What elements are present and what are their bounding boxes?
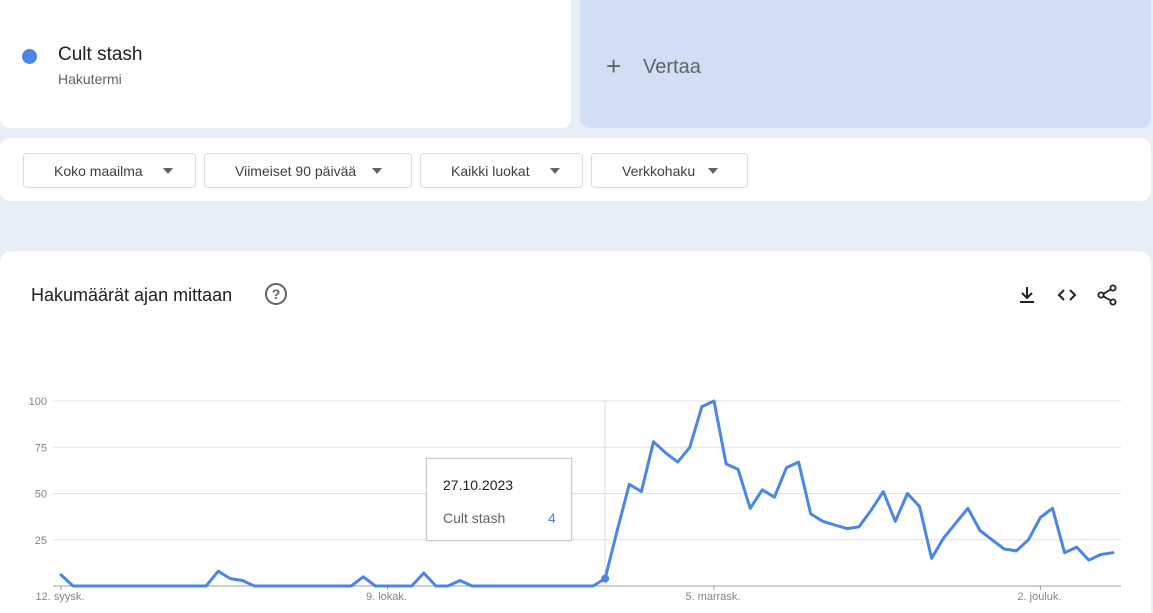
x-tick-label: 5. marrask. — [685, 591, 740, 603]
tooltip-series-name: Cult stash — [443, 510, 506, 526]
y-tick-label: 50 — [35, 489, 47, 501]
tooltip-date: 27.10.2023 — [443, 477, 514, 493]
tooltip-value: 4 — [548, 510, 556, 526]
y-tick-label: 75 — [35, 442, 47, 454]
y-tick-label: 25 — [35, 535, 47, 547]
interest-line-chart[interactable]: 25 50 75 100 12. syysk. 9. lokak. 5. marrask. 2… — [0, 0, 1153, 613]
y-tick-label: 100 — [29, 396, 47, 408]
highlighted-data-point — [601, 574, 610, 583]
chart-tooltip: 27.10.2023 Cult stash 4 — [426, 458, 572, 541]
x-tick-label: 12. syysk. — [36, 591, 85, 603]
x-tick-label: 2. jouluk. — [1017, 591, 1061, 603]
x-tick-label: 9. lokak. — [366, 591, 407, 603]
